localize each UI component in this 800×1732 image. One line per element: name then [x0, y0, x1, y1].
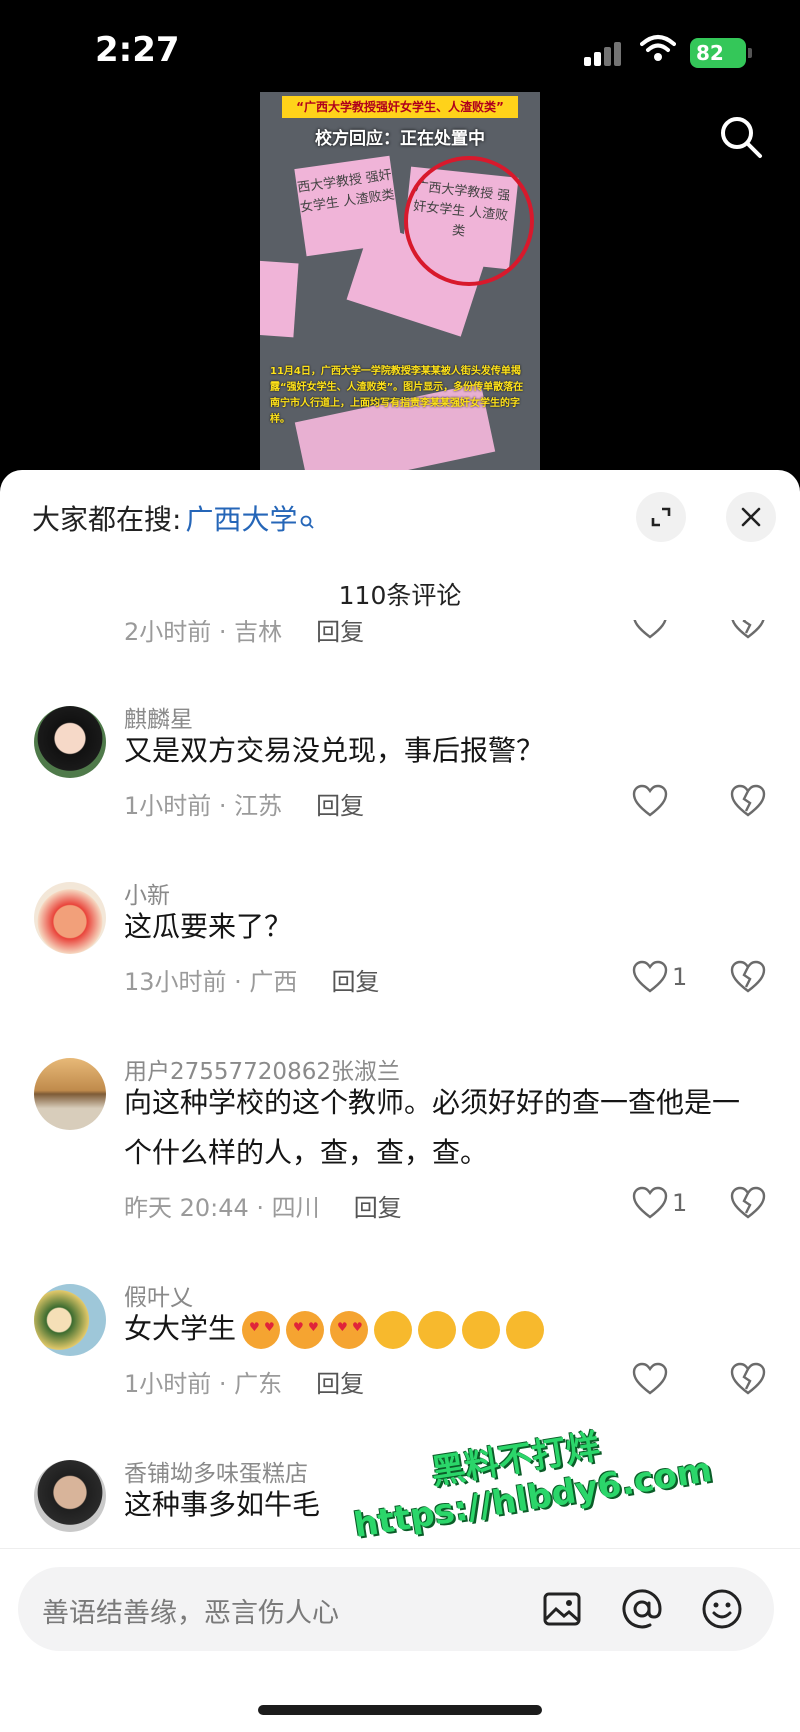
status-bar: 2:27 82: [0, 0, 800, 100]
comment-input-placeholder: 善语结善缘，恶言伤人心: [42, 1598, 339, 1629]
grin-emoji: [374, 1311, 413, 1349]
avatar[interactable]: [34, 882, 106, 954]
comment-text: 又是双方交易没兑现，事后报警？: [124, 734, 545, 767]
video-player[interactable]: “广西大学教授强奸女学生、人渣败类” 校方回应：正在处置中 西大学教授 强奸女学…: [260, 92, 540, 472]
comment-item: 2小时前 · 吉林 回复: [0, 620, 800, 680]
comment-meta: 2小时前 · 吉林 回复: [124, 620, 364, 647]
dislike-icon[interactable]: [730, 960, 766, 994]
expand-button[interactable]: [636, 492, 686, 542]
dislike-icon[interactable]: [730, 1186, 766, 1220]
image-icon[interactable]: [538, 1585, 586, 1633]
expand-icon: [651, 507, 671, 527]
comment-item: 麒麟星 又是双方交易没兑现，事后报警？ 1小时前 · 江苏 回复: [0, 700, 800, 850]
comment-text: 女大学生 ♥ ♥ ♥ ♥ ♥ ♥: [124, 1304, 764, 1354]
status-time: 2:27: [95, 30, 180, 70]
avatar[interactable]: [34, 706, 106, 778]
like-icon[interactable]: [632, 620, 668, 640]
wifi-icon: [640, 35, 676, 61]
video-headline: “广西大学教授强奸女学生、人渣败类”: [282, 96, 518, 118]
dislike-icon[interactable]: [730, 1362, 766, 1396]
reply-button[interactable]: 回复: [316, 1364, 364, 1399]
grin-emoji: [506, 1311, 545, 1349]
mention-icon[interactable]: [618, 1585, 666, 1633]
video-subheadline: 校方回应：正在处置中: [315, 129, 485, 149]
comment-input-bar: 善语结善缘，恶言伤人心: [0, 1548, 800, 1732]
comment-sheet: 大家都在搜: 广西大学 110条评论 2小时前 · 吉林 回复 麒麟星 又是双方…: [0, 470, 800, 1732]
like-icon[interactable]: [632, 784, 668, 818]
close-button[interactable]: [726, 492, 776, 542]
comment-time-location: 1小时前 · 广东: [124, 1370, 283, 1398]
signal-icon: [584, 40, 624, 66]
like-icon: [632, 1186, 668, 1219]
like-count: 1: [672, 1189, 688, 1217]
comment-item: 用户27557720862张淑兰 向这种学校的这个教师。必须好好的查一查他是一个…: [0, 1052, 800, 1252]
comment-meta: 13小时前 · 广西 回复: [124, 962, 379, 997]
dislike-icon[interactable]: [730, 620, 766, 640]
battery-indicator: 82: [690, 38, 752, 68]
emoji-icon[interactable]: [698, 1585, 746, 1633]
comment-meta: 1小时前 · 广东 回复: [124, 1364, 364, 1399]
reply-button[interactable]: 回复: [331, 962, 379, 997]
like-count: 1: [672, 963, 688, 991]
highlight-circle: [404, 156, 534, 286]
search-small-icon: [300, 515, 315, 533]
comment-item: 假叶乂 女大学生 ♥ ♥ ♥ ♥ ♥ ♥ 1小时前 · 广东 回复: [0, 1278, 800, 1428]
grin-emoji: [462, 1311, 501, 1349]
comment-item: 小新 这瓜要来了？ 13小时前 · 广西 回复 1: [0, 876, 800, 1026]
like-button[interactable]: 1: [632, 1186, 687, 1220]
like-icon: [632, 960, 668, 993]
hot-search-label: 大家都在搜:: [32, 503, 182, 536]
comment-time-location: 13小时前 · 广西: [124, 968, 298, 996]
comment-text-content: 女大学生: [124, 1312, 237, 1345]
comment-time-location: 2小时前 · 吉林: [124, 620, 283, 646]
reply-button[interactable]: 回复: [354, 1188, 402, 1223]
grin-emoji: [418, 1311, 457, 1349]
comment-meta: 1小时前 · 江苏 回复: [124, 786, 364, 821]
comment-text: 向这种学校的这个教师。必须好好的查一查他是一个什么样的人，查，查，查。: [124, 1086, 741, 1169]
comment-input[interactable]: 善语结善缘，恶言伤人心: [18, 1567, 774, 1651]
dislike-icon[interactable]: [730, 784, 766, 818]
reply-button[interactable]: 回复: [316, 620, 364, 647]
avatar[interactable]: [34, 1460, 106, 1532]
home-indicator[interactable]: [258, 1705, 542, 1715]
comment-count: 110条评论: [338, 581, 462, 610]
like-button[interactable]: 1: [632, 960, 687, 994]
hot-search-term[interactable]: 广西大学: [185, 498, 297, 538]
video-caption: 11月4日，广西大学一学院教授李某某被人街头发传单揭露“强奸女学生、人渣败类”。…: [270, 366, 524, 425]
comment-time-location: 昨天 20:44 · 四川: [124, 1194, 320, 1222]
heart-eyes-emoji: ♥ ♥: [330, 1311, 369, 1349]
heart-eyes-emoji: ♥ ♥: [242, 1311, 281, 1349]
comment-meta: 昨天 20:44 · 四川 回复: [124, 1188, 402, 1223]
comment-time-location: 1小时前 · 江苏: [124, 792, 283, 820]
search-icon[interactable]: [716, 112, 766, 162]
close-icon: [741, 507, 761, 527]
comment-text: 这瓜要来了？: [124, 910, 293, 943]
like-icon[interactable]: [632, 1362, 668, 1396]
flyer: [260, 260, 299, 338]
reply-button[interactable]: 回复: [316, 786, 364, 821]
hot-search[interactable]: 大家都在搜: 广西大学: [32, 498, 315, 538]
avatar[interactable]: [34, 1058, 106, 1130]
avatar[interactable]: [34, 1284, 106, 1356]
heart-eyes-emoji: ♥ ♥: [286, 1311, 325, 1349]
